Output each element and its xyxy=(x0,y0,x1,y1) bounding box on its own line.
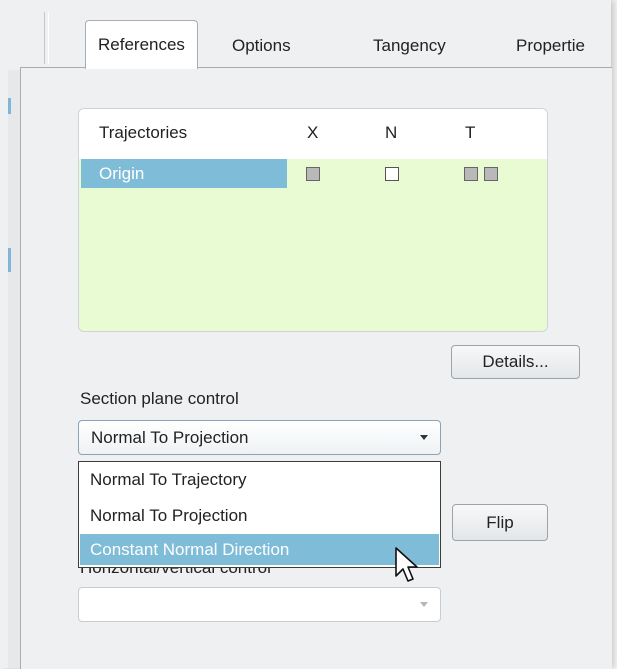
section-plane-control-dropdown: Normal To Trajectory Normal To Projectio… xyxy=(78,461,441,568)
chevron-down-icon xyxy=(420,602,428,607)
details-button[interactable]: Details... xyxy=(451,345,580,379)
chevron-down-icon xyxy=(420,435,428,440)
n-checkbox[interactable] xyxy=(385,167,399,181)
tab-references[interactable]: References xyxy=(85,20,198,69)
dropdown-option-normal-to-projection[interactable]: Normal To Projection xyxy=(80,500,439,531)
trajectory-name-cell[interactable]: Origin xyxy=(81,159,287,188)
tab-bar: References Options Tangency Propertie xyxy=(78,20,617,69)
tab-properties[interactable]: Propertie xyxy=(516,24,585,66)
header-x: X xyxy=(307,123,319,142)
t-checkbox[interactable] xyxy=(464,167,478,181)
left-edge-marker xyxy=(8,98,11,114)
section-plane-control-label: Section plane control xyxy=(80,389,239,408)
header-t: T xyxy=(465,123,476,142)
table-row[interactable]: Origin xyxy=(79,159,547,189)
mouse-pointer-icon xyxy=(395,547,418,582)
header-trajectories: Trajectories xyxy=(99,123,188,142)
section-plane-control-value: Normal To Projection xyxy=(91,428,249,447)
toolbar-gripper[interactable] xyxy=(44,12,49,64)
t-checkbox[interactable] xyxy=(484,167,498,181)
sweep-dashboard-panel: References Options Tangency Propertie Tr… xyxy=(0,0,612,669)
dropdown-option-constant-normal-direction[interactable]: Constant Normal Direction xyxy=(80,534,439,565)
table-header: Trajectories X N T xyxy=(79,109,547,159)
horizontal-vertical-control-select xyxy=(78,587,441,622)
dropdown-option-normal-to-trajectory[interactable]: Normal To Trajectory xyxy=(80,464,439,495)
tab-options[interactable]: Options xyxy=(232,24,291,66)
header-n: N xyxy=(385,123,398,142)
section-plane-control-select[interactable]: Normal To Projection xyxy=(78,420,441,455)
left-edge-marker xyxy=(8,248,11,272)
tab-tangency[interactable]: Tangency xyxy=(373,24,446,66)
trajectories-table[interactable]: Trajectories X N T Origin xyxy=(78,108,548,332)
flip-button[interactable]: Flip xyxy=(452,504,548,541)
x-checkbox[interactable] xyxy=(306,167,320,181)
